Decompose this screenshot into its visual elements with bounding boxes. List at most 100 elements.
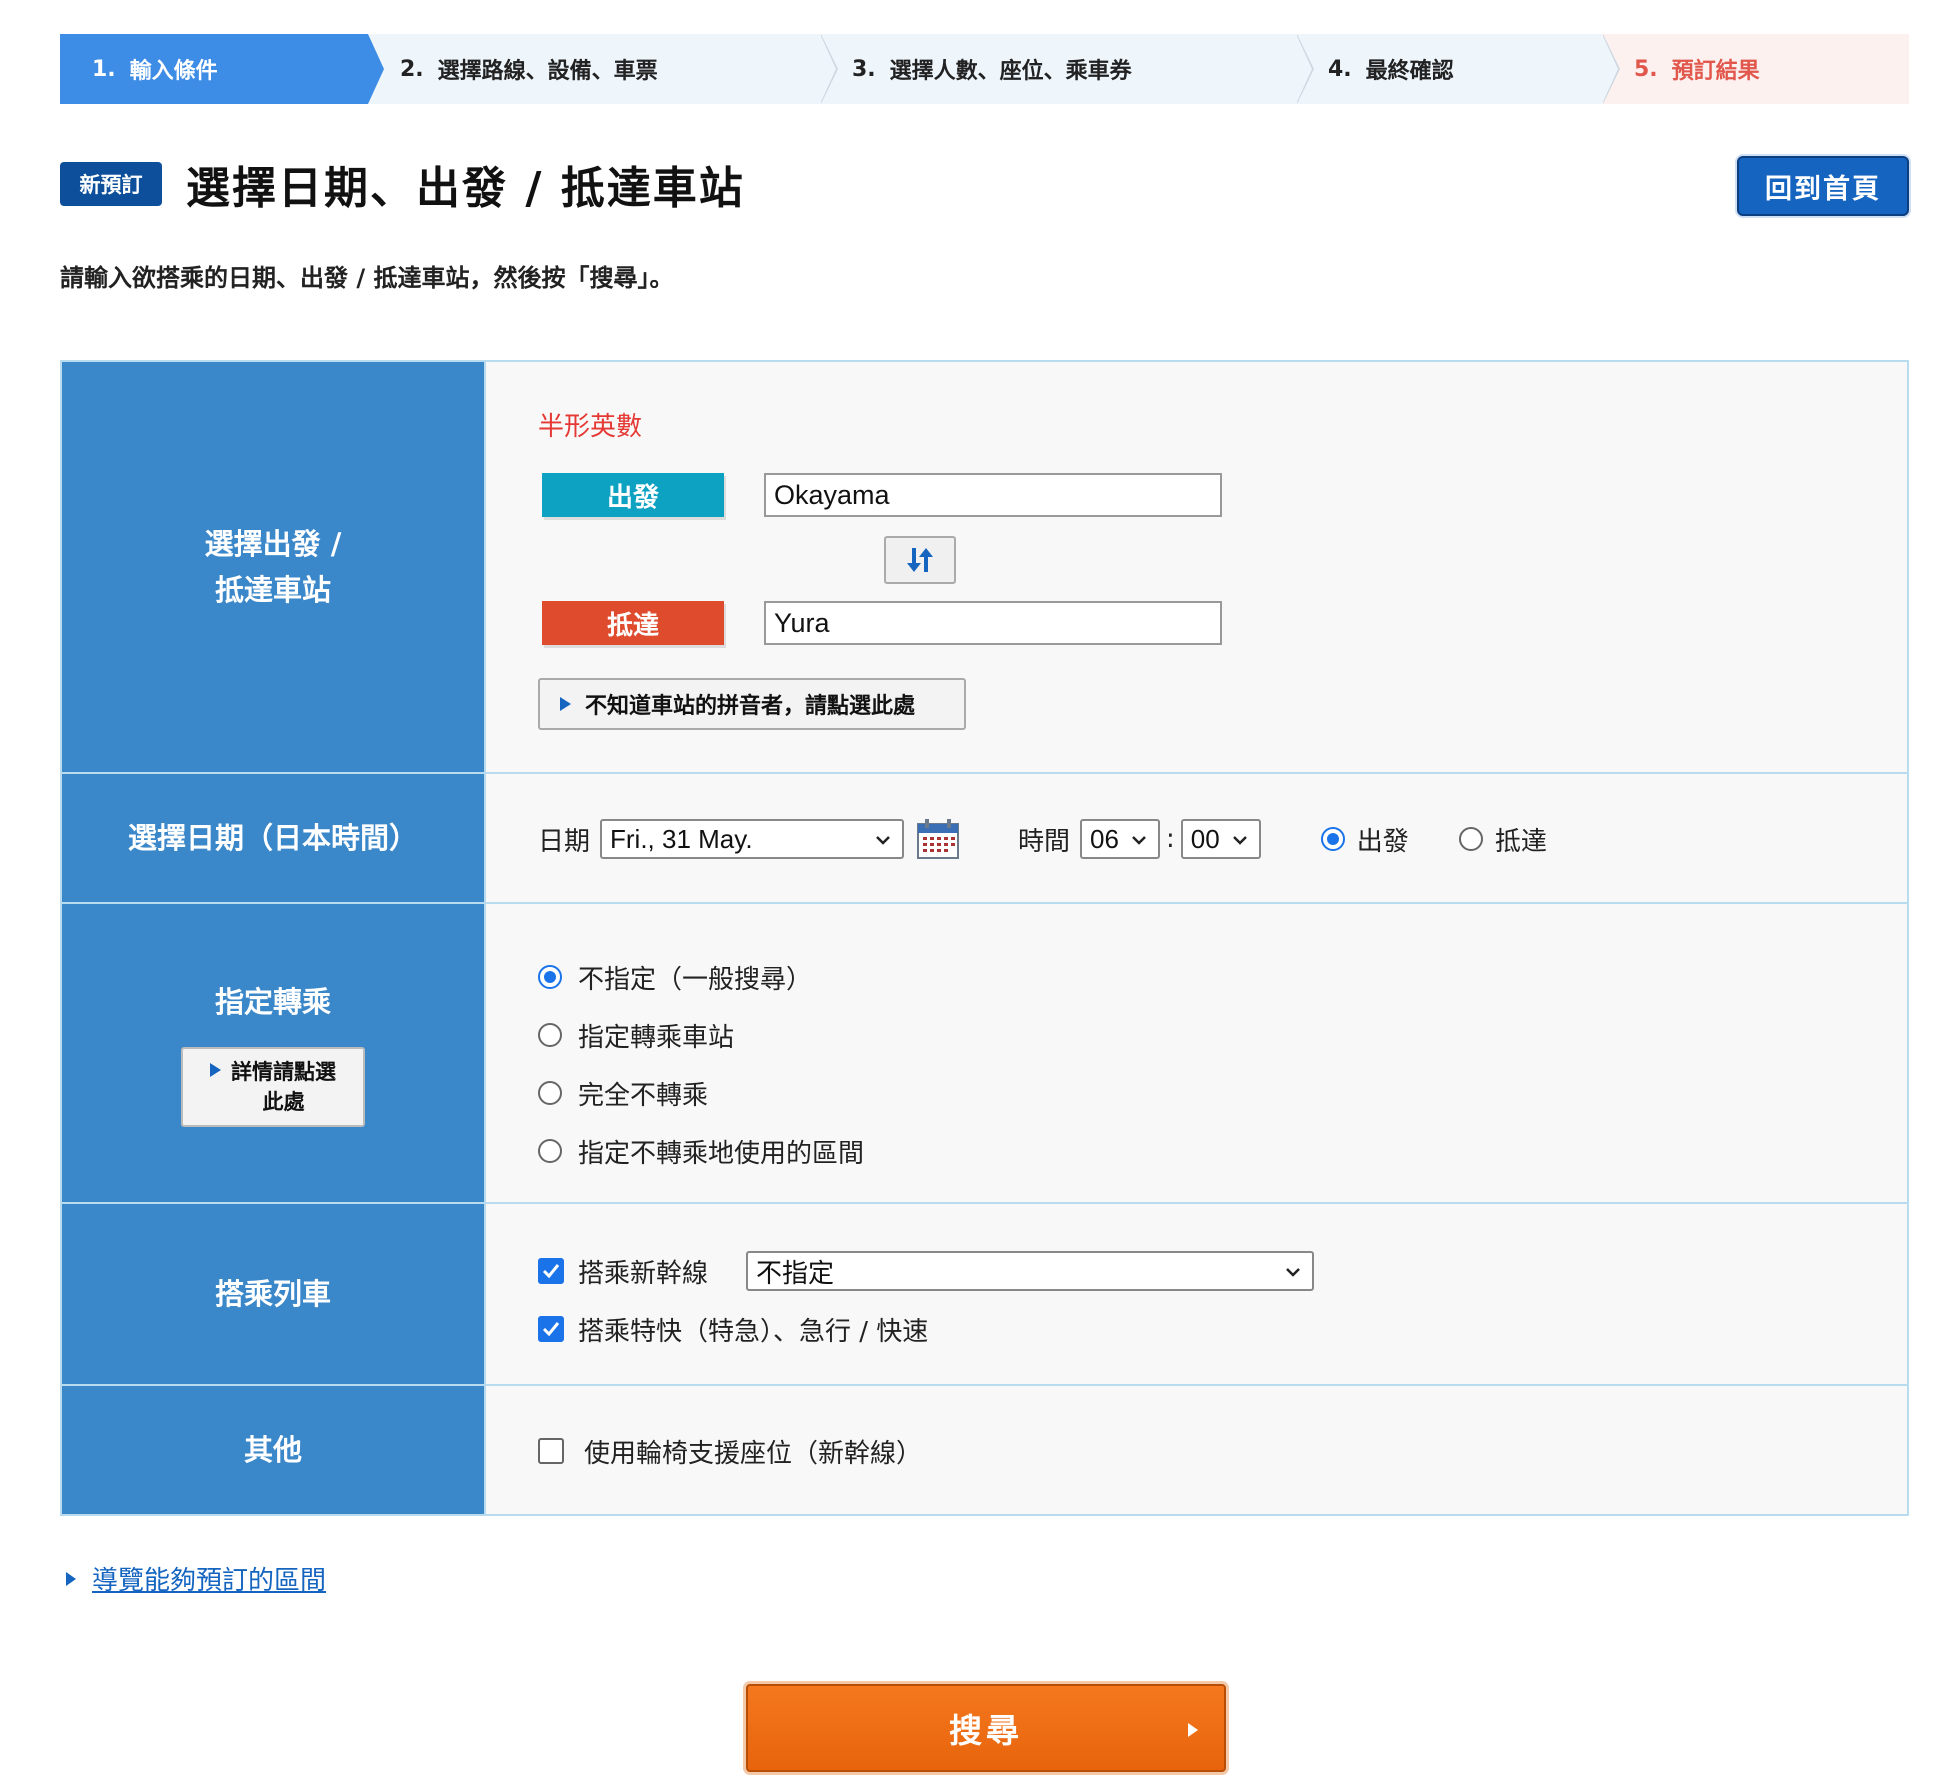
wheelchair-checkbox[interactable] <box>538 1438 564 1464</box>
shinkansen-select-value: 不指定 <box>756 1257 835 1288</box>
station-label-line1: 選擇出發 / <box>204 526 342 561</box>
checkmark-icon <box>542 1264 560 1279</box>
transfer-detail-line2: 此處 <box>262 1090 305 1115</box>
step-5: 5. 預訂結果 <box>1602 34 1909 104</box>
date-select-value: Fri., 31 May. <box>610 823 753 854</box>
radio-button-selected[interactable] <box>538 965 562 989</box>
play-triangle-icon <box>210 1063 221 1078</box>
radio-arrive-time[interactable]: 抵達 <box>1458 821 1547 858</box>
step-label: 輸入條件 <box>129 59 218 84</box>
transfer-row: 指定轉乘 詳情請點選 此處 不指定（一般搜尋） 指定轉乘車站 完全不轉乘 指定不… <box>62 902 1907 1202</box>
transfer-option-station[interactable]: 指定轉乘車站 <box>538 1006 864 1064</box>
chevron-down-icon <box>1286 1268 1300 1277</box>
transfer-label-text: 指定轉乘 <box>214 984 331 1019</box>
chevron-down-icon <box>1132 836 1146 845</box>
station-label: 選擇出發 / 抵達車站 <box>62 362 486 772</box>
station-label-line2: 抵達車站 <box>214 573 331 607</box>
step-4: 4. 最終確認 <box>1296 34 1620 104</box>
date-select[interactable]: Fri., 31 May. <box>600 819 905 859</box>
search-form: 選擇出發 / 抵達車站 半形英數 出發 Okayama 抵達 Yura 不知道車… <box>60 360 1909 1516</box>
search-button-label: 搜尋 <box>949 1711 1023 1750</box>
step-2: 2. 選擇路線、設備、車票 <box>368 34 838 104</box>
time-colon: : <box>1166 824 1175 854</box>
transfer-options: 不指定（一般搜尋） 指定轉乘車站 完全不轉乘 指定不轉乘地使用的區間 <box>486 904 1907 1202</box>
minute-select[interactable]: 00 <box>1180 819 1261 859</box>
departure-input[interactable]: Okayama <box>764 473 1222 517</box>
other-row: 其他 使用輪椅支援座位（新幹線） <box>62 1384 1907 1514</box>
station-pinyin-help-button[interactable]: 不知道車站的拼音者，請點選此處 <box>538 678 966 730</box>
step-1: 1. 輸入條件 <box>60 34 384 104</box>
radio-depart-label: 出發 <box>1356 826 1409 857</box>
checkmark-icon <box>542 1322 560 1337</box>
chevron-down-icon <box>876 836 890 845</box>
radio-arrive-label: 抵達 <box>1494 826 1547 857</box>
departure-tag: 出發 <box>542 473 724 517</box>
hour-select-value: 06 <box>1090 823 1119 854</box>
step-number: 2. <box>400 56 424 82</box>
transfer-option-label: 指定不轉乘地使用的區間 <box>578 1138 865 1169</box>
step-3: 3. 選擇人數、座位、乘車券 <box>820 34 1314 104</box>
pinyin-help-label: 不知道車站的拼音者，請點選此處 <box>585 694 916 719</box>
minute-select-value: 00 <box>1190 823 1220 854</box>
radio-button[interactable] <box>538 1023 562 1047</box>
wheelchair-label: 使用輪椅支援座位（新幹線） <box>584 1438 923 1469</box>
arrival-input[interactable]: Yura <box>764 601 1222 645</box>
shinkansen-checkbox[interactable] <box>538 1258 564 1284</box>
search-button[interactable]: 搜尋 <box>746 1684 1226 1772</box>
step-label: 選擇人數、座位、乘車券 <box>889 59 1132 84</box>
train-type-options: 搭乘新幹線 不指定 搭乘特快（特急）、急行 / 快速 <box>486 1204 1907 1384</box>
progress-steps: 1. 輸入條件 2. 選擇路線、設備、車票 3. 選擇人數、座位、乘車券 4. … <box>60 34 1909 104</box>
station-row: 選擇出發 / 抵達車站 半形英數 出發 Okayama 抵達 Yura 不知道車… <box>62 362 1907 772</box>
transfer-option-none[interactable]: 不指定（一般搜尋） <box>538 948 864 1006</box>
time-field-label: 時間 <box>1018 826 1071 857</box>
transfer-option-no-transfer[interactable]: 完全不轉乘 <box>538 1064 864 1122</box>
chevron-down-icon <box>1232 836 1247 845</box>
express-label: 搭乘特快（特急）、急行 / 快速 <box>578 1316 929 1347</box>
step-number: 1. <box>92 56 116 82</box>
transfer-option-section[interactable]: 指定不轉乘地使用的區間 <box>538 1122 864 1180</box>
wheelchair-option[interactable]: 使用輪椅支援座位（新幹線） <box>538 1386 922 1516</box>
date-fields: 日期 Fri., 31 May. 時間 06: 00 出發 抵達 <box>486 774 1907 902</box>
transfer-detail-line1: 詳情請點選 <box>231 1059 336 1084</box>
radio-button[interactable] <box>538 1139 562 1163</box>
radio-button[interactable] <box>538 1081 562 1105</box>
step-number: 3. <box>852 56 876 82</box>
radio-depart-time[interactable]: 出發 <box>1320 821 1409 858</box>
transfer-option-label: 指定轉乘車站 <box>578 1022 735 1053</box>
other-label: 其他 <box>62 1386 486 1514</box>
step-number: 5. <box>1634 56 1658 82</box>
home-button[interactable]: 回到首頁 <box>1737 156 1909 216</box>
new-booking-badge: 新預訂 <box>60 162 162 206</box>
other-options: 使用輪椅支援座位（新幹線） <box>486 1386 1907 1514</box>
station-fields: 半形英數 出發 Okayama 抵達 Yura 不知道車站的拼音者，請點選此處 <box>486 362 1907 772</box>
play-triangle-icon <box>560 697 571 711</box>
play-triangle-icon <box>66 1571 76 1586</box>
express-checkbox[interactable] <box>538 1316 564 1342</box>
shinkansen-label: 搭乘新幹線 <box>578 1258 709 1289</box>
radio-button[interactable] <box>1458 827 1483 851</box>
calendar-icon[interactable] <box>916 818 960 860</box>
swap-arrows-icon <box>907 548 933 572</box>
transfer-option-label: 不指定（一般搜尋） <box>578 964 813 995</box>
transfer-detail-button[interactable]: 詳情請點選 此處 <box>181 1047 365 1128</box>
date-field-label: 日期 <box>538 826 591 857</box>
swap-stations-button[interactable] <box>884 536 956 584</box>
train-type-row: 搭乘列車 搭乘新幹線 不指定 搭乘特快（特急）、急行 / 快速 <box>62 1202 1907 1384</box>
shinkansen-option: 搭乘新幹線 不指定 <box>538 1242 1315 1300</box>
date-row: 選擇日期（日本時間） 日期 Fri., 31 May. 時間 06: 00 出… <box>62 772 1907 902</box>
hour-select[interactable]: 06 <box>1080 819 1161 859</box>
shinkansen-select[interactable]: 不指定 <box>746 1251 1315 1291</box>
arrival-tag: 抵達 <box>542 601 724 645</box>
input-hint: 半形英數 <box>538 412 643 442</box>
date-label: 選擇日期（日本時間） <box>62 774 486 902</box>
intro-text: 請輸入欲搭乘的日期、出發 / 抵達車站，然後按「搜尋」。 <box>60 264 674 292</box>
express-option: 搭乘特快（特急）、急行 / 快速 <box>538 1300 1314 1358</box>
train-type-label: 搭乘列車 <box>62 1204 486 1384</box>
step-label: 最終確認 <box>1365 59 1454 84</box>
radio-button-selected[interactable] <box>1320 827 1345 851</box>
transfer-label: 指定轉乘 詳情請點選 此處 <box>62 904 486 1202</box>
play-triangle-icon <box>1188 1723 1198 1737</box>
bookable-sections-link[interactable]: 導覽能夠預訂的區間 <box>66 1560 326 1597</box>
step-label: 預訂結果 <box>1671 59 1760 84</box>
step-number: 4. <box>1328 56 1352 82</box>
